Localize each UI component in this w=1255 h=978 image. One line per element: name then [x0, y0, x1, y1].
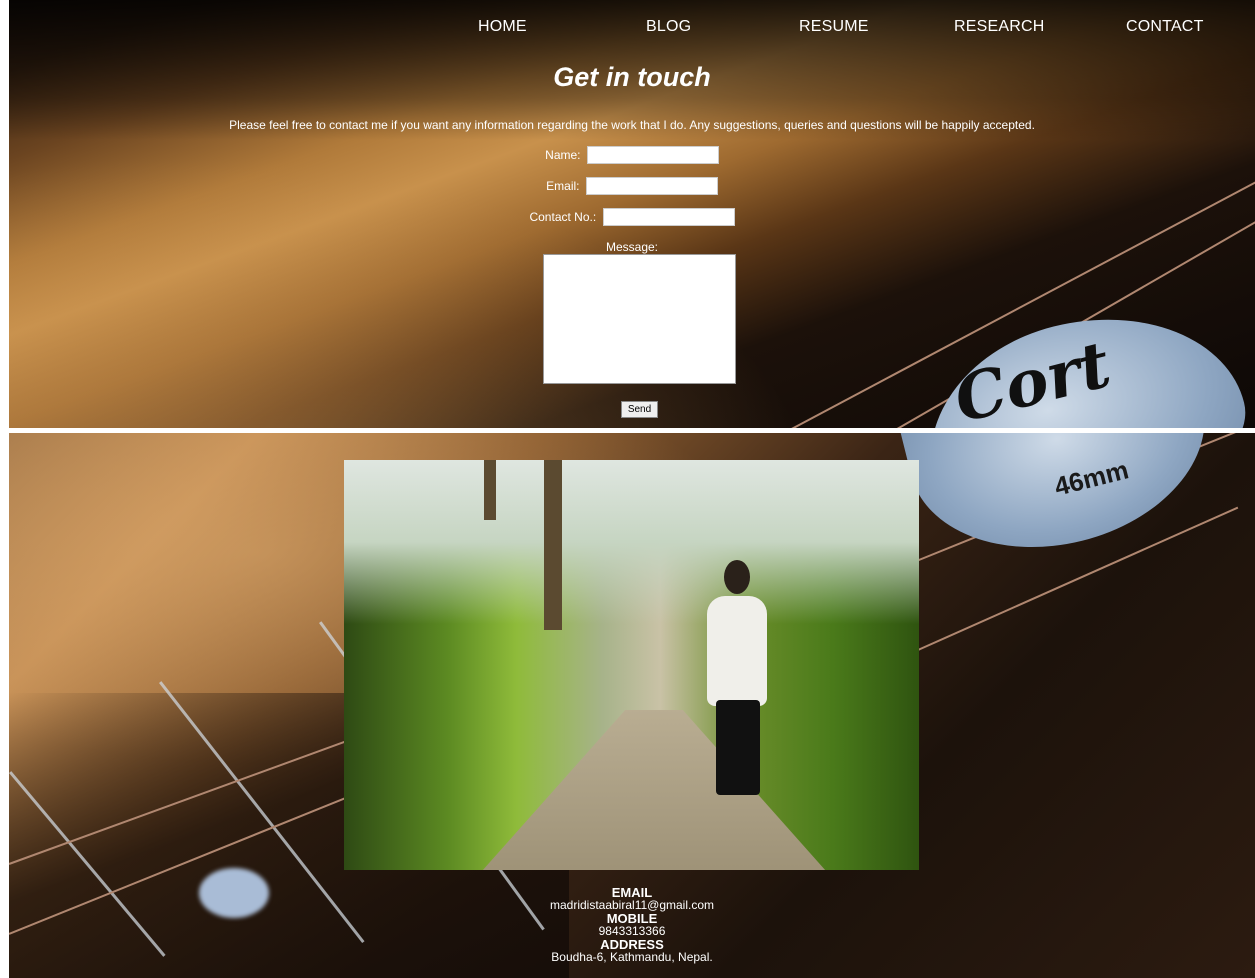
message-label: Message:	[605, 240, 659, 254]
nav-resume[interactable]: RESUME	[799, 18, 869, 36]
nav-blog[interactable]: BLOG	[646, 18, 691, 36]
nav-home[interactable]: HOME	[478, 18, 527, 36]
main-nav: HOME BLOG RESUME RESEARCH CONTACT	[9, 18, 1255, 38]
email-row: Email:	[9, 177, 1255, 195]
message-textarea[interactable]	[543, 254, 736, 384]
contact-number-label: Contact No.:	[529, 210, 597, 224]
contact-form-section: Cort HOME BLOG RESUME RESEARCH CONTACT G…	[9, 0, 1255, 428]
contact-row: Contact No.:	[9, 208, 1255, 226]
name-input[interactable]	[586, 146, 719, 164]
email-input[interactable]	[585, 177, 718, 195]
person-body	[707, 596, 767, 706]
page-title: Get in touch	[553, 62, 711, 92]
send-button[interactable]: Send	[621, 401, 658, 418]
contact-details: EMAIL madridistaabiral11@gmail.com MOBIL…	[9, 886, 1255, 964]
name-label: Name:	[545, 148, 581, 162]
address: Boudha-6, Kathmandu, Nepal.	[551, 950, 713, 964]
intro-text: Please feel free to contact me if you wa…	[229, 118, 1035, 132]
dirt-path	[474, 710, 834, 870]
name-row: Name:	[9, 146, 1255, 164]
contact-info-section: 46mm EMAIL madridistaabiral11@gmail.com …	[9, 433, 1255, 978]
person-legs	[716, 700, 760, 795]
profile-photo	[344, 460, 919, 870]
nav-contact[interactable]: CONTACT	[1126, 18, 1204, 36]
contact-number-input[interactable]	[602, 208, 735, 226]
person-head	[724, 560, 750, 594]
tree-trunk	[544, 460, 562, 630]
tree-trunk	[484, 460, 496, 520]
nav-research[interactable]: RESEARCH	[954, 18, 1045, 36]
email-label: Email:	[546, 179, 580, 193]
